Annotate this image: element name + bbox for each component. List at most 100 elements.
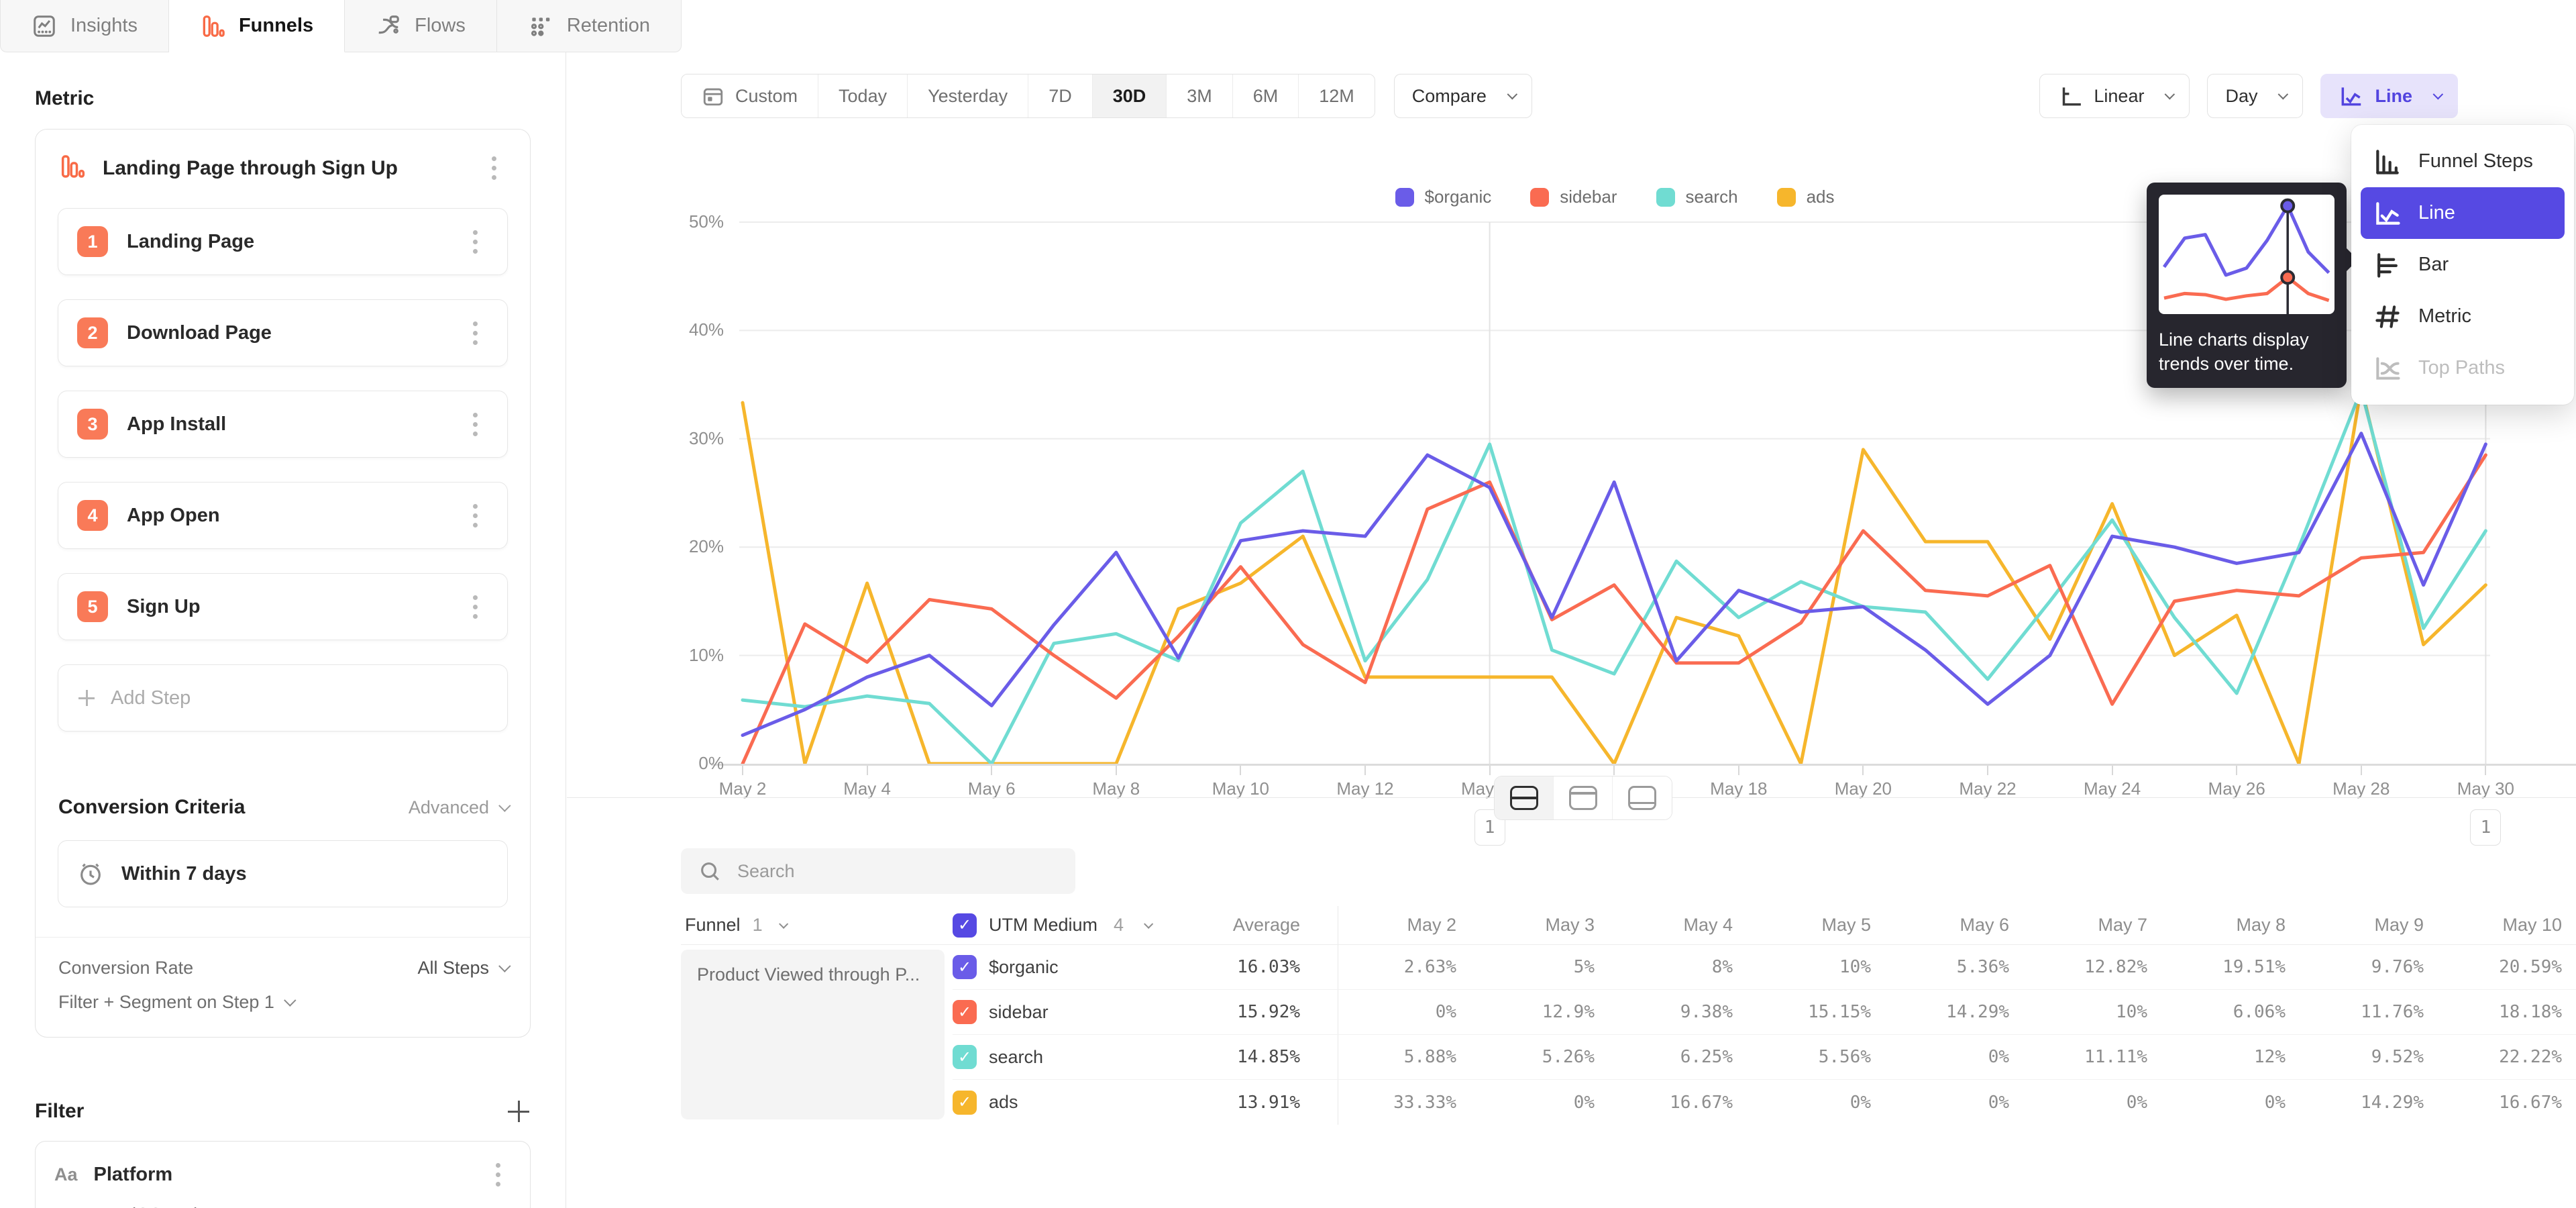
chart-type-tooltip: Line charts display trends over time. <box>2147 183 2347 388</box>
funnel-step-5[interactable]: 5 Sign Up <box>58 573 508 640</box>
step-number-badge: 2 <box>77 317 108 348</box>
range-30d[interactable]: 30D <box>1093 74 1167 117</box>
funnel-column-header[interactable]: Funnel 1 <box>681 915 953 936</box>
step-kebab-menu[interactable] <box>462 226 488 258</box>
menu-item-metric[interactable]: Metric <box>2361 291 2565 342</box>
row-checkbox[interactable]: ✓ <box>953 1000 977 1024</box>
all-steps-dropdown[interactable]: All Steps <box>417 958 507 978</box>
row-checkbox[interactable]: ✓ <box>953 955 977 979</box>
row-checkbox[interactable]: ✓ <box>953 1091 977 1115</box>
add-step-button[interactable]: Add Step <box>58 664 508 732</box>
tab-insights[interactable]: Insights <box>0 0 169 52</box>
date-column-header[interactable]: May 10 <box>2444 915 2576 936</box>
top-paths-icon <box>2373 354 2402 383</box>
scale-dropdown[interactable]: Linear <box>2039 74 2190 118</box>
legend-item[interactable]: $organic <box>1395 187 1492 207</box>
filter-segment-step1-dropdown[interactable]: Filter + Segment on Step 1 <box>36 984 530 1037</box>
tab-flows[interactable]: Flows <box>345 0 497 52</box>
annotation-badge[interactable]: 1 <box>2470 809 2501 846</box>
step-kebab-menu[interactable] <box>462 317 488 349</box>
funnel-metric-icon <box>58 153 85 183</box>
legend-swatch <box>1395 188 1414 207</box>
date-column-header[interactable]: May 6 <box>1891 915 2029 936</box>
y-axis-label: 50% <box>666 211 724 232</box>
report-type-tabbar: Insights Funnels Flows Retention <box>0 0 682 52</box>
menu-item-bar[interactable]: Bar <box>2361 239 2565 291</box>
range-today[interactable]: Today <box>818 74 908 117</box>
chart-type-menu: Funnel Steps Line Bar Metric Top Paths <box>2351 125 2574 405</box>
series-search <box>743 390 2485 764</box>
row-checkbox[interactable]: ✓ <box>953 1045 977 1069</box>
search-input[interactable] <box>736 860 1058 883</box>
filter-kebab-menu[interactable] <box>484 1159 511 1191</box>
range-12m[interactable]: 12M <box>1299 74 1375 117</box>
chart-type-dropdown[interactable]: Line <box>2320 74 2458 118</box>
add-filter-button[interactable] <box>506 1099 531 1123</box>
layout-split-toggle[interactable] <box>1495 776 1554 819</box>
date-column-header[interactable]: May 7 <box>2029 915 2167 936</box>
funnel-step-4[interactable]: 4 App Open <box>58 482 508 549</box>
step-kebab-menu[interactable] <box>462 500 488 532</box>
range-3m[interactable]: 3M <box>1167 74 1233 117</box>
clock-icon <box>77 860 104 887</box>
date-column-header[interactable]: May 9 <box>2306 915 2444 936</box>
series-sidebar <box>743 455 2485 764</box>
advanced-dropdown[interactable]: Advanced <box>409 797 507 818</box>
table-cell: 0% <box>2167 1093 2306 1113</box>
range-yesterday[interactable]: Yesterday <box>908 74 1028 117</box>
chevron-down-icon <box>498 960 511 972</box>
legend-item[interactable]: ads <box>1777 187 1835 207</box>
interval-dropdown[interactable]: Day <box>2207 74 2303 118</box>
x-axis-tick <box>1738 766 1739 775</box>
layout-table-toggle[interactable] <box>1613 776 1672 819</box>
table-cell: 0% <box>1891 1047 2029 1067</box>
metric-card-header[interactable]: Landing Page through Sign Up <box>36 130 530 208</box>
chevron-down-icon <box>1144 919 1153 928</box>
chevron-down-icon <box>2165 89 2176 99</box>
date-column-header[interactable]: May 2 <box>1338 915 1477 936</box>
conversion-window-button[interactable]: Within 7 days <box>58 840 508 907</box>
menu-item-line[interactable]: Line <box>2361 187 2565 239</box>
funnel-step-1[interactable]: 1 Landing Page <box>58 208 508 275</box>
range-custom[interactable]: Custom <box>682 74 818 117</box>
date-column-header[interactable]: May 8 <box>2167 915 2306 936</box>
range-6m[interactable]: 6M <box>1233 74 1299 117</box>
menu-item-funnel-steps[interactable]: Funnel Steps <box>2361 136 2565 187</box>
select-all-checkbox[interactable]: ✓ <box>953 913 977 938</box>
table-cell: 19.51% <box>2167 957 2306 977</box>
breakdown-column-header[interactable]: ✓ UTM Medium 4 Average <box>953 906 1338 944</box>
range-7d[interactable]: 7D <box>1028 74 1093 117</box>
table-cell: 9.38% <box>1615 1002 1753 1022</box>
filter-value[interactable]: iOS Native <box>132 1204 215 1208</box>
x-axis-tick <box>2112 766 2113 775</box>
date-column-header[interactable]: May 4 <box>1615 915 1753 936</box>
metric-section-title: Metric <box>35 87 531 110</box>
layout-chart-toggle[interactable] <box>1554 776 1613 819</box>
breakdown-table: Funnel 1 ✓ UTM Medium 4 Average May 2May… <box>681 906 2576 1208</box>
average-column-header[interactable]: Average <box>1233 915 1300 936</box>
filter-card-platform[interactable]: Aa Platform Is iOS Native <box>35 1141 531 1208</box>
step-kebab-menu[interactable] <box>462 409 488 440</box>
metric-kebab-menu[interactable] <box>480 152 507 184</box>
funnel-steps-icon <box>2373 147 2402 177</box>
legend-item[interactable]: search <box>1656 187 1738 207</box>
tab-funnels[interactable]: Funnels <box>169 0 345 52</box>
series-ads <box>743 387 2485 764</box>
linear-axis-icon <box>2057 83 2083 109</box>
legend-item[interactable]: sidebar <box>1530 187 1617 207</box>
table-header-row: Funnel 1 ✓ UTM Medium 4 Average May 2May… <box>681 906 2576 945</box>
table-cell: 5.56% <box>1753 1047 1891 1067</box>
step-kebab-menu[interactable] <box>462 591 488 623</box>
filter-operator[interactable]: Is <box>101 1204 115 1208</box>
date-column-header[interactable]: May 3 <box>1477 915 1615 936</box>
date-column-header[interactable]: May 5 <box>1753 915 1891 936</box>
table-row: ✓ $organic 16.03% 2.63%5%8%10%5.36%12.82… <box>953 945 2576 990</box>
funnel-step-2[interactable]: 2 Download Page <box>58 299 508 366</box>
tab-retention[interactable]: Retention <box>497 0 682 52</box>
funnel-row-label[interactable]: Product Viewed through P... <box>681 950 945 1119</box>
funnel-step-3[interactable]: 3 App Install <box>58 391 508 458</box>
step-number-badge: 5 <box>77 591 108 622</box>
compare-button[interactable]: Compare <box>1394 74 1532 118</box>
table-cell: 0% <box>1338 1002 1477 1022</box>
x-axis-tick <box>1862 766 1864 775</box>
